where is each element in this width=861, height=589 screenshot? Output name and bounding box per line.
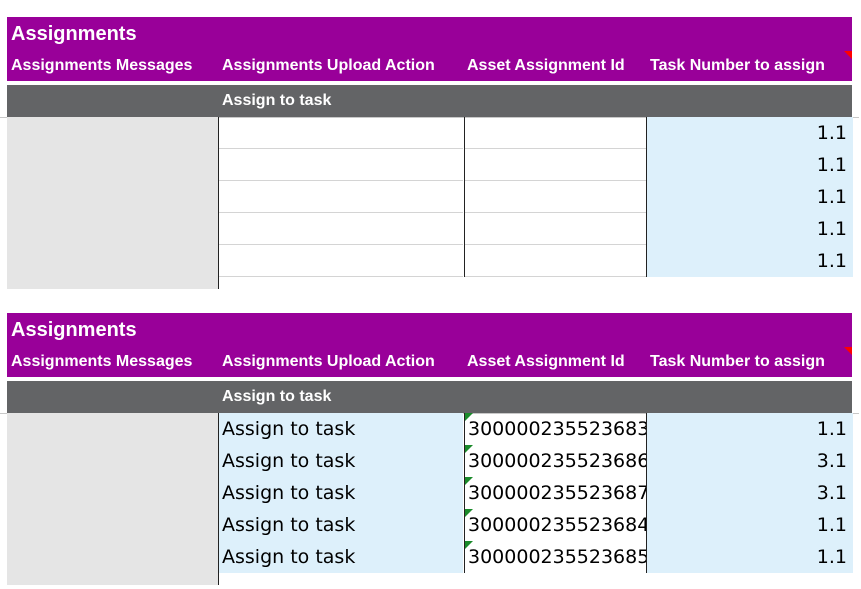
table-cell-task[interactable]: 1.1 (647, 213, 853, 245)
action-row: Assign to task (7, 85, 852, 117)
upload-action-column (219, 117, 463, 277)
table-cell-action[interactable] (219, 149, 463, 181)
table-cell-asset-id[interactable]: 300000235523687 (465, 477, 646, 509)
table-cell-action[interactable]: Assign to task (219, 445, 463, 477)
table-cell-action[interactable] (219, 117, 463, 149)
messages-column[interactable] (7, 413, 219, 585)
table-cell-action[interactable]: Assign to task (219, 477, 463, 509)
number-as-text-icon (465, 445, 473, 453)
table-cell-asset-id[interactable]: 300000235523683 (465, 413, 646, 445)
table-cell-asset-id[interactable] (465, 117, 646, 149)
table-cell-action[interactable]: Assign to task (219, 541, 463, 573)
table-cell-action[interactable]: Assign to task (219, 413, 463, 445)
data-grid: 1.1 1.1 1.1 1.1 1.1 (0, 117, 859, 289)
assignments-section-2: Assignments Assignments Messages Assignm… (0, 313, 859, 585)
action-row: Assign to task (7, 381, 852, 413)
messages-column[interactable] (7, 117, 219, 289)
comment-indicator-icon[interactable] (844, 51, 852, 59)
header-task-number[interactable]: Task Number to assign (650, 51, 825, 81)
table-cell-action[interactable]: Assign to task (219, 509, 463, 541)
number-as-text-icon (465, 541, 473, 549)
upload-action-column: Assign to task Assign to task Assign to … (219, 413, 463, 573)
table-cell-action[interactable] (219, 213, 463, 245)
table-cell-task[interactable]: 1.1 (647, 541, 853, 573)
header-asset-assignment-id[interactable]: Asset Assignment Id (467, 347, 625, 377)
table-cell-action[interactable] (219, 245, 463, 277)
table-cell-action[interactable] (219, 181, 463, 213)
table-cell-asset-id[interactable] (465, 213, 646, 245)
table-cell-task[interactable]: 1.1 (647, 149, 853, 181)
table-cell-task[interactable]: 1.1 (647, 509, 853, 541)
data-grid: Assign to task Assign to task Assign to … (0, 413, 859, 585)
asset-id-value: 300000235523685 (468, 546, 646, 568)
number-as-text-icon (465, 509, 473, 517)
asset-id-column (464, 117, 646, 277)
number-as-text-icon (465, 413, 473, 421)
header-asset-assignment-id[interactable]: Asset Assignment Id (467, 51, 625, 81)
asset-id-value: 300000235523686 (468, 450, 646, 472)
table-cell-task[interactable]: 3.1 (647, 445, 853, 477)
table-cell-task[interactable]: 1.1 (647, 413, 853, 445)
assignments-section-1: Assignments Assignments Messages Assignm… (0, 17, 859, 289)
action-row-label[interactable]: Assign to task (222, 85, 331, 117)
comment-indicator-icon[interactable] (844, 347, 852, 355)
table-cell-task[interactable]: 3.1 (647, 477, 853, 509)
table-cell-task[interactable]: 1.1 (647, 245, 853, 277)
section-title: Assignments (7, 313, 852, 347)
table-cell-task[interactable]: 1.1 (647, 117, 853, 149)
number-as-text-icon (465, 477, 473, 485)
task-number-column: 1.1 3.1 3.1 1.1 1.1 (646, 413, 853, 573)
action-row-label[interactable]: Assign to task (222, 381, 331, 413)
asset-id-value: 300000235523683 (468, 418, 646, 440)
table-cell-asset-id[interactable]: 300000235523684 (465, 509, 646, 541)
table-cell-task[interactable]: 1.1 (647, 181, 853, 213)
header-upload-action[interactable]: Assignments Upload Action (222, 347, 435, 377)
table-cell-asset-id[interactable] (465, 181, 646, 213)
header-upload-action[interactable]: Assignments Upload Action (222, 51, 435, 81)
header-assignments-messages[interactable]: Assignments Messages (11, 347, 192, 377)
column-header-row: Assignments Messages Assignments Upload … (7, 51, 852, 81)
header-assignments-messages[interactable]: Assignments Messages (11, 51, 192, 81)
section-title: Assignments (7, 17, 852, 51)
asset-id-value: 300000235523684 (468, 514, 646, 536)
table-cell-asset-id[interactable]: 300000235523686 (465, 445, 646, 477)
column-header-row: Assignments Messages Assignments Upload … (7, 347, 852, 377)
asset-id-value: 300000235523687 (468, 482, 646, 504)
header-task-number[interactable]: Task Number to assign (650, 347, 825, 377)
asset-id-column: 300000235523683 300000235523686 30000023… (464, 413, 646, 573)
table-cell-asset-id[interactable] (465, 245, 646, 277)
table-cell-asset-id[interactable]: 300000235523685 (465, 541, 646, 573)
table-cell-asset-id[interactable] (465, 149, 646, 181)
task-number-column: 1.1 1.1 1.1 1.1 1.1 (646, 117, 853, 277)
